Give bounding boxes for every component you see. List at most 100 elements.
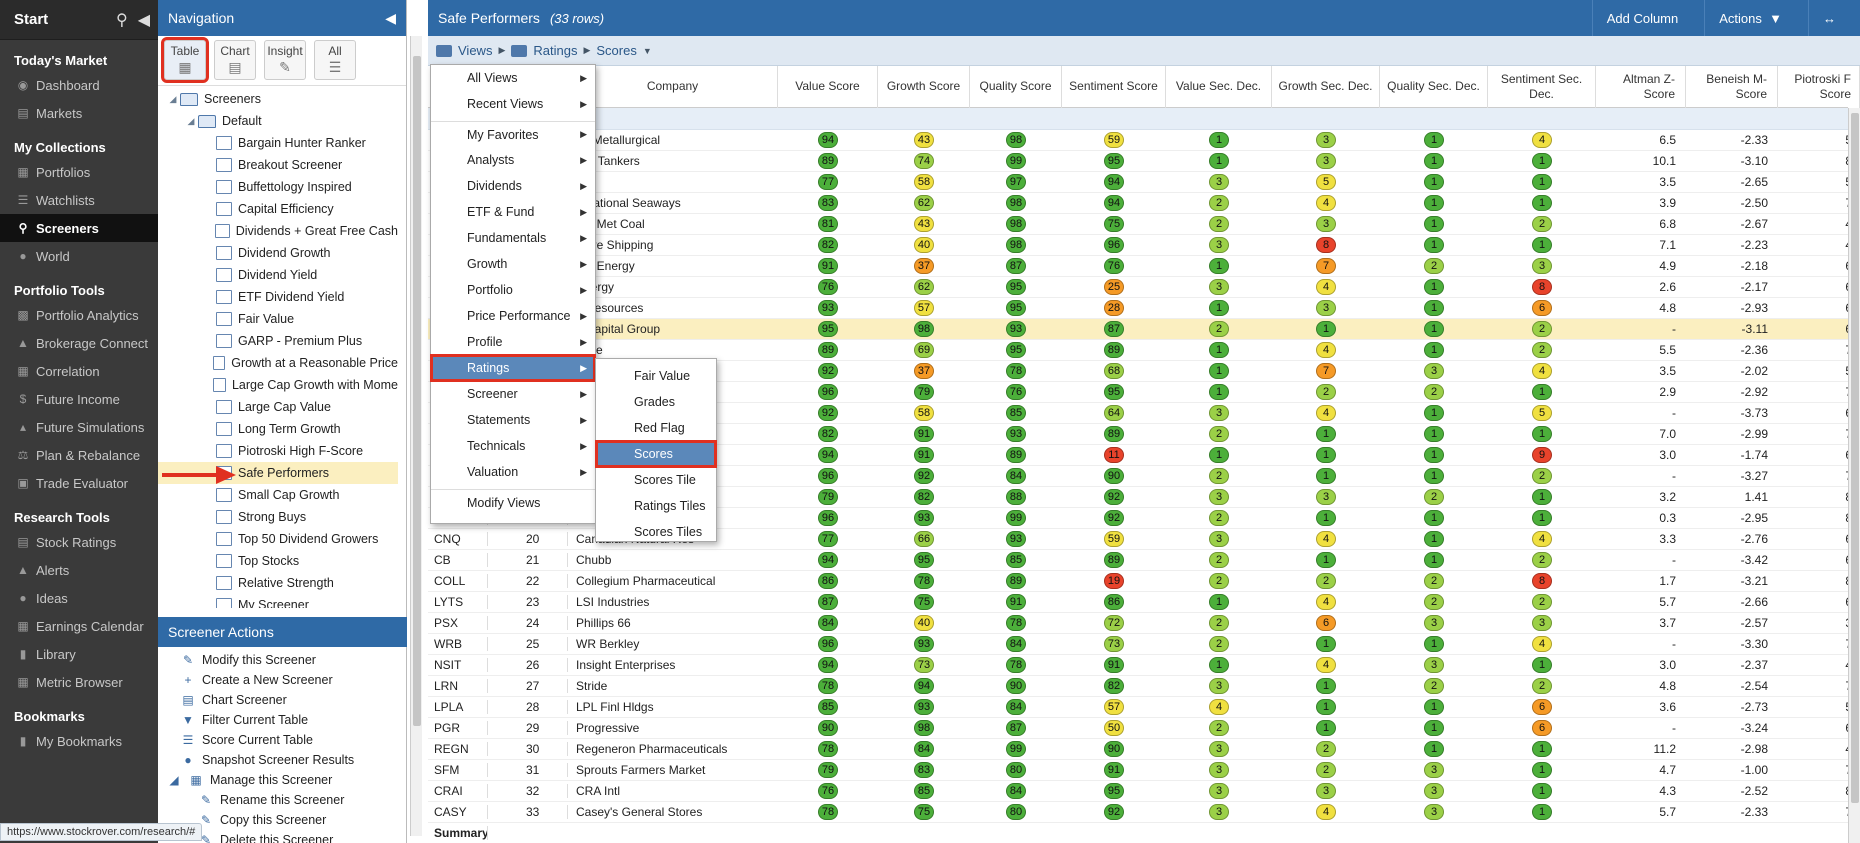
table-row[interactable]: WRB25WR Berkley969384732114--3.307 (428, 634, 1852, 655)
tree-node-default[interactable]: ◢ Default (158, 110, 398, 132)
scroll-thumb[interactable] (413, 56, 421, 726)
column-header[interactable]: Beneish M-Score (1686, 65, 1778, 108)
screener-action[interactable]: + Create a New Screener (158, 670, 398, 690)
tree-node-screener[interactable]: Fair Value (158, 308, 398, 330)
tree-node-screener[interactable]: Long Term Growth (158, 418, 398, 440)
sidebar-item-watchlists[interactable]: ☰ Watchlists (0, 186, 158, 214)
tree-node-screener[interactable]: Strong Buys (158, 506, 398, 528)
table-row[interactable]: kay Tankers89749995131110.1-3.108 (428, 151, 1852, 172)
column-header[interactable]: Growth Sec. Dec. (1272, 65, 1380, 108)
table-row[interactable]: n Resources9357952813164.8-2.936 (428, 298, 1852, 319)
menu-item-etf-fund[interactable]: ETF & Fund ▶ (431, 199, 595, 225)
submenu-item-grades[interactable]: Grades (596, 389, 716, 415)
sidebar-item-world[interactable]: ● World (0, 242, 158, 270)
expand-toggle-icon[interactable]: ◢ (184, 116, 198, 127)
sidebar-item-dashboard[interactable]: ◉ Dashboard (0, 71, 158, 99)
sidebar-item-plan-rebalance[interactable]: ⚖ Plan & Rebalance (0, 441, 158, 469)
screener-action[interactable]: ☰ Score Current Table (158, 730, 398, 750)
manage-screener-group[interactable]: ◢ ▦ Manage this Screener (158, 770, 398, 790)
table-row[interactable]: ernational Seaways8362989424113.9-2.507 (428, 193, 1852, 214)
sidebar-item-portfolio-analytics[interactable]: ▩ Portfolio Analytics (0, 301, 158, 329)
expand-toggle-icon[interactable]: ◢ (166, 773, 182, 787)
add-column-button[interactable]: Add Column (1591, 0, 1693, 36)
collapse-left-icon[interactable]: ◀ (138, 10, 150, 30)
sidebar-item-metric-browser[interactable]: ▦ Metric Browser (0, 668, 158, 696)
view-button-all[interactable]: All ☰ (314, 40, 356, 80)
table-row[interactable]: na Metallurgical9443985913146.5-2.335 (428, 130, 1852, 151)
sidebar-item-ideas[interactable]: ● Ideas (0, 584, 158, 612)
column-header[interactable]: Sentiment Sec. Dec. (1488, 65, 1596, 108)
table-row[interactable]: CRAI32CRA Intl7685849533314.3-2.528 (428, 781, 1852, 802)
sidebar-item-screeners[interactable]: ⚲ Screeners (0, 214, 158, 242)
scroll-thumb[interactable] (1851, 113, 1859, 803)
screener-action[interactable]: ● Snapshot Screener Results (158, 750, 398, 770)
tree-node-screener[interactable]: Bargain Hunter Ranker (158, 132, 398, 154)
collapse-nav-icon[interactable]: ◀ (385, 10, 396, 27)
sidebar-item-future-income[interactable]: $ Future Income (0, 385, 158, 413)
menu-item-valuation[interactable]: Valuation ▶ (431, 459, 595, 485)
expand-toggle-icon[interactable]: ◢ (166, 94, 180, 105)
menu-item-portfolio[interactable]: Portfolio ▶ (431, 277, 595, 303)
menu-item-fundamentals[interactable]: Fundamentals ▶ (431, 225, 595, 251)
submenu-item-scores[interactable]: Scores (595, 440, 717, 468)
table-scrollbar[interactable] (1848, 108, 1860, 843)
tree-node-screener[interactable]: My Screener (158, 594, 398, 608)
table-row[interactable]: CB21Chubb949585892112--3.426 (428, 550, 1852, 571)
menu-item-price-performance[interactable]: Price Performance ▶ (431, 303, 595, 329)
column-header[interactable]: Value Sec. Dec. (1166, 65, 1272, 108)
tree-node-screener[interactable]: Top 50 Dividend Growers (158, 528, 398, 550)
table-row[interactable]: LYTS 23 LSI Industries 87 75 91 86 1 4 2 2 5.7 -2.66… (428, 592, 1852, 613)
menu-item-growth[interactable]: Growth ▶ (431, 251, 595, 277)
screener-action[interactable]: ▤ Chart Screener (158, 690, 398, 710)
submenu-item-scores-tile[interactable]: Scores Tile (596, 467, 716, 493)
menu-item-profile[interactable]: Profile ▶ (431, 329, 595, 355)
menu-item-all-views[interactable]: All Views ▶ (431, 65, 595, 91)
column-header[interactable]: Quality Score (970, 65, 1062, 108)
view-button-table[interactable]: Table ▦ (161, 37, 209, 83)
crumb-ratings[interactable]: Ratings ▶ (511, 43, 590, 58)
column-header[interactable]: Company (568, 65, 778, 108)
menu-item-my-favorites[interactable]: My Favorites ▶ (431, 121, 595, 147)
table-row[interactable]: more Shipping8240989638117.1-2.234 (428, 235, 1852, 256)
tree-node-screener[interactable]: GARP - Premium Plus (158, 330, 398, 352)
column-header[interactable]: Value Score (778, 65, 878, 108)
menu-item-technicals[interactable]: Technicals ▶ (431, 433, 595, 459)
view-button-chart[interactable]: Chart ▤ (214, 40, 256, 80)
table-row[interactable]: NSIT 26 Insight Enterprises 94 73 78 91 1 4 3 1 3.0… (428, 655, 1852, 676)
column-header[interactable]: Quality Sec. Dec. (1380, 65, 1488, 108)
search-icon[interactable]: ⚲ (116, 10, 128, 30)
table-row[interactable]: CASY 33 Casey's General Stores 78 75 80 92 3 4 3 1… (428, 802, 1852, 823)
tree-node-screener[interactable]: Dividends + Great Free Cash (158, 220, 398, 242)
tree-node-screener[interactable]: Small Cap Growth (158, 484, 398, 506)
sidebar-item-earnings-calendar[interactable]: ▦ Earnings Calendar (0, 612, 158, 640)
column-header[interactable]: Growth Score (878, 65, 970, 108)
menu-item-ratings[interactable]: Ratings ▶ (430, 354, 596, 382)
menu-item-modify-views[interactable]: Modify Views (431, 489, 595, 515)
menu-item-screener[interactable]: Screener ▶ (431, 381, 595, 407)
sidebar-item-library[interactable]: ▮ Library (0, 640, 158, 668)
column-header[interactable]: Piotroski F Score (1778, 65, 1860, 108)
tree-node-screener[interactable]: Capital Efficiency (158, 198, 398, 220)
sidebar-item-brokerage-connect[interactable]: ▲ Brokerage Connect (0, 329, 158, 357)
table-row[interactable]: rior Met Coal8143987523126.8-2.674 (428, 214, 1852, 235)
menu-item-statements[interactable]: Statements ▶ (431, 407, 595, 433)
table-row[interactable]: PSX24Phillips 668440787226333.7-2.573 (428, 613, 1852, 634)
sidebar-item-my-bookmarks[interactable]: ▮ My Bookmarks (0, 727, 158, 755)
tree-node-screener[interactable]: Dividend Yield (158, 264, 398, 286)
table-row[interactable]: SFM 31 Sprouts Farmers Market 79 83 80 91 3 2 3 1 4… (428, 760, 1852, 781)
screener-action[interactable]: ▼ Filter Current Table (158, 710, 398, 730)
table-row[interactable]: LPLA 28 LPL Finl Hldgs 85 93 84 57 4 1 1 6 3.6 -2.73… (428, 697, 1852, 718)
menu-item-recent-views[interactable]: Recent Views ▶ (431, 91, 595, 117)
sidebar-item-future-simulations[interactable]: ▴ Future Simulations (0, 413, 158, 441)
tree-node-screener[interactable]: Top Stocks (158, 550, 398, 572)
table-row[interactable]: RM7758979435113.5-2.655 (428, 172, 1852, 193)
tree-node-screener[interactable]: ETF Dividend Yield (158, 286, 398, 308)
table-row[interactable]: Energy7662952534182.6-2.176 (428, 277, 1852, 298)
column-header[interactable]: Sentiment Score (1062, 65, 1166, 108)
submenu-item-red-flag[interactable]: Red Flag (596, 415, 716, 441)
tree-node-screener[interactable]: Dividend Growth (158, 242, 398, 264)
sidebar-item-correlation[interactable]: ▦ Correlation (0, 357, 158, 385)
tree-node-screener[interactable]: Large Cap Growth with Mome (158, 374, 398, 396)
sidebar-item-trade-evaluator[interactable]: ▣ Trade Evaluator (0, 469, 158, 497)
sidebar-item-portfolios[interactable]: ▦ Portfolios (0, 158, 158, 186)
